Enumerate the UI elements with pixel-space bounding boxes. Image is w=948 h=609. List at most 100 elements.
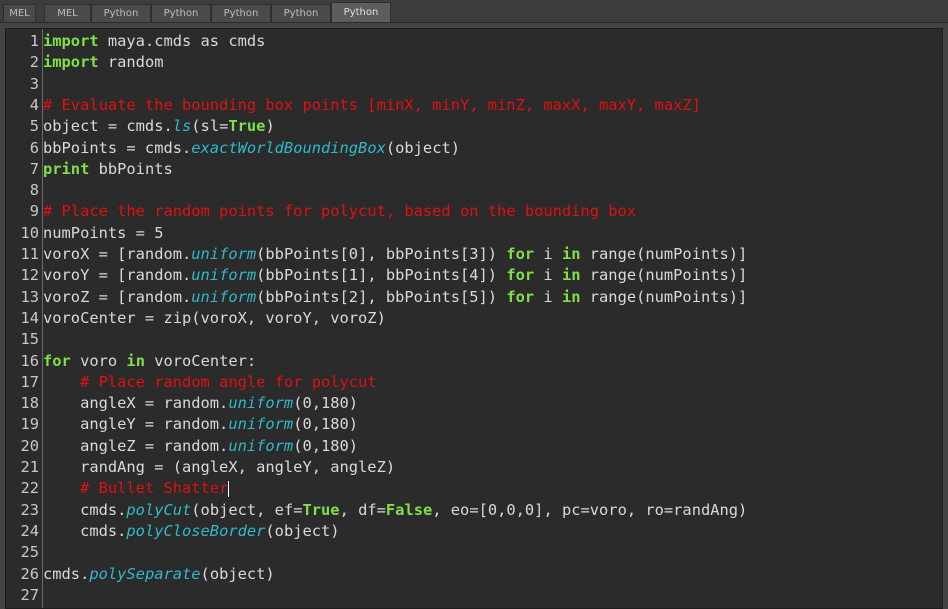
- code-token: range(numPoints)]: [580, 245, 748, 263]
- code-token: (bbPoints[1], bbPoints[4]): [256, 266, 507, 285]
- line-number: 24: [20, 521, 39, 540]
- script-tab-python-7[interactable]: Python: [331, 2, 391, 22]
- line-number: 7: [29, 159, 39, 178]
- code-token: randAng = (angleX, angleY, angleZ): [43, 458, 396, 476]
- keyword-token: in: [126, 351, 145, 370]
- code-line[interactable]: 6 bbPoints = cmds.exactWorldBoundingBox(o…: [6, 138, 936, 159]
- function-token: exactWorldBoundingBox: [191, 138, 386, 157]
- code-token: i: [534, 287, 562, 306]
- code-text: randAng = (angleX, angleY, angleZ): [43, 457, 395, 478]
- script-tab-python-5[interactable]: Python: [211, 4, 271, 22]
- keyword-token: in: [561, 245, 581, 263]
- script-tab-python-3[interactable]: Python: [91, 4, 151, 22]
- line-number: 4: [29, 95, 39, 114]
- code-token: cmds.: [43, 500, 127, 519]
- code-text: voroY = [random.uniform(bbPoints[1], bbP…: [43, 265, 747, 286]
- code-line[interactable]: 7 print bbPoints: [6, 159, 936, 180]
- code-text: numPoints = 5: [43, 223, 163, 244]
- line-number: 6: [29, 138, 39, 157]
- code-token: angleX = random.: [43, 394, 229, 413]
- code-line[interactable]: 14 voroCenter = zip(voroX, voroY, voroZ): [6, 308, 936, 329]
- code-token: (0,180): [293, 415, 359, 434]
- code-text: voroCenter = zip(voroX, voroY, voroZ): [43, 308, 386, 329]
- code-line[interactable]: 10 numPoints = 5: [6, 223, 936, 244]
- code-line[interactable]: 16 for voro in voroCenter:: [6, 351, 936, 372]
- code-text: voroX = [random.uniform(bbPoints[0], bbP…: [43, 244, 747, 265]
- function-token: uniform: [191, 266, 257, 285]
- line-number: 18: [20, 394, 39, 413]
- code-line[interactable]: 1 import maya.cmds as cmds: [6, 31, 936, 52]
- code-text: bbPoints = cmds.exactWorldBoundingBox(ob…: [43, 138, 460, 159]
- keyword-token: for: [43, 351, 71, 370]
- keyword-token: print: [43, 159, 90, 178]
- code-token: cmds.: [43, 564, 90, 583]
- code-token: bbPoints = cmds.: [43, 138, 192, 157]
- code-token: bbPoints: [89, 159, 173, 178]
- code-token: cmds.: [43, 521, 127, 540]
- line-number: 5: [29, 117, 39, 136]
- code-line[interactable]: 27: [6, 585, 936, 606]
- code-line[interactable]: 18 angleX = random.uniform(0,180): [6, 393, 936, 414]
- line-number: 19: [20, 415, 39, 434]
- code-text: cmds.polyCloseBorder(object): [43, 521, 339, 542]
- line-number: 21: [20, 458, 39, 476]
- code-text: cmds.polyCut(object, ef=True, df=False, …: [43, 500, 747, 521]
- code-text: cmds.polySeparate(object): [43, 564, 275, 585]
- code-line[interactable]: 11 voroX = [random.uniform(bbPoints[0], b…: [6, 244, 936, 265]
- code-line[interactable]: 21 randAng = (angleX, angleY, angleZ): [6, 457, 936, 478]
- code-line[interactable]: 20 angleZ = random.uniform(0,180): [6, 436, 936, 457]
- code-line[interactable]: 5 object = cmds.ls(sl=True): [6, 116, 936, 137]
- code-token: (sl=: [191, 117, 229, 136]
- function-token: uniform: [228, 394, 294, 413]
- comment-token: # Place the random points for polycut, b…: [43, 202, 637, 221]
- code-line[interactable]: 15: [6, 329, 936, 350]
- script-editor[interactable]: 1 import maya.cmds as cmds 2 import random 3…: [5, 28, 943, 609]
- function-token: uniform: [191, 287, 257, 306]
- code-token: voroZ = [random.: [43, 287, 192, 306]
- line-number: 20: [20, 436, 39, 455]
- script-tab-mel-2[interactable]: MEL: [44, 4, 91, 22]
- code-line[interactable]: 8: [6, 180, 936, 201]
- code-line[interactable]: 13 voroZ = [random.uniform(bbPoints[2], b…: [6, 287, 936, 308]
- code-token: range(numPoints)]: [580, 287, 748, 306]
- line-number: 16: [20, 351, 39, 370]
- code-token: i: [534, 245, 562, 263]
- code-line[interactable]: 12 voroY = [random.uniform(bbPoints[1], b…: [6, 265, 936, 286]
- line-number: 13: [20, 287, 39, 306]
- script-tab-python-6[interactable]: Python: [271, 4, 331, 22]
- function-token: polyCut: [126, 500, 192, 519]
- code-line[interactable]: 3: [6, 74, 936, 95]
- code-line[interactable]: 22 # Bullet Shatter: [6, 478, 936, 499]
- code-token: voroX = [random.: [43, 245, 192, 263]
- code-text: angleY = random.uniform(0,180): [43, 414, 358, 435]
- keyword-token: for: [506, 266, 535, 285]
- keyword-token: for: [506, 245, 535, 263]
- line-number: 12: [20, 266, 39, 285]
- code-line[interactable]: 4 # Evaluate the bounding box points [min…: [6, 95, 936, 116]
- code-text: angleZ = random.uniform(0,180): [43, 436, 358, 457]
- keyword-token: in: [561, 266, 581, 285]
- line-number: 14: [20, 308, 39, 327]
- script-tab-python-4[interactable]: Python: [151, 4, 211, 22]
- code-text: object = cmds.ls(sl=True): [43, 116, 275, 137]
- script-tab-mel-1[interactable]: MEL: [3, 4, 36, 22]
- line-number: 26: [20, 564, 39, 583]
- code-token: voro: [70, 351, 127, 370]
- code-line[interactable]: 25: [6, 542, 936, 563]
- line-number: 25: [20, 543, 39, 562]
- code-line[interactable]: 24 cmds.polyCloseBorder(object): [6, 521, 936, 542]
- code-token: object = cmds.: [43, 117, 173, 136]
- code-line[interactable]: 23 cmds.polyCut(object, ef=True, df=Fals…: [6, 500, 936, 521]
- code-line[interactable]: 2 import random: [6, 52, 936, 73]
- keyword-token: False: [385, 500, 433, 519]
- code-token: , df=: [339, 500, 386, 519]
- line-number: 2: [29, 53, 39, 72]
- code-token: (object): [200, 564, 275, 583]
- code-line[interactable]: 26 cmds.polySeparate(object): [6, 564, 936, 585]
- code-text: voroZ = [random.uniform(bbPoints[2], bbP…: [43, 287, 747, 308]
- code-line[interactable]: 17 # Place random angle for polycut: [6, 372, 936, 393]
- code-token: angleY = random.: [43, 415, 229, 434]
- code-line[interactable]: 19 angleY = random.uniform(0,180): [6, 414, 936, 435]
- code-line[interactable]: 9 # Place the random points for polycut, …: [6, 201, 936, 222]
- line-number: 8: [29, 181, 39, 200]
